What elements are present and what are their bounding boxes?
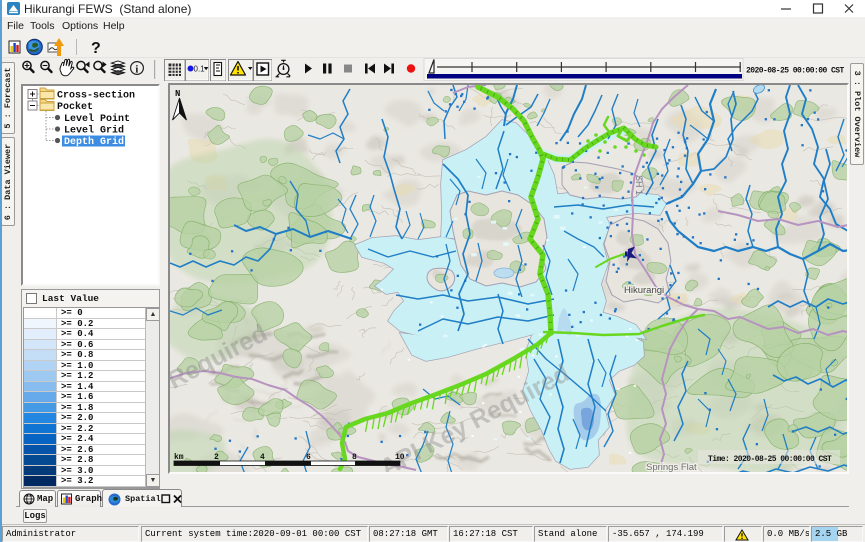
svg-text:Level Grid: Level Grid [64,125,124,137]
svg-text:Depth Grid: Depth Grid [64,136,124,148]
svg-text:N: N [175,89,180,99]
svg-text:Level Point: Level Point [64,113,130,125]
svg-text:Pocket: Pocket [57,101,93,113]
svg-text:?: ? [91,40,101,57]
svg-text:i: i [135,65,138,76]
svg-text:Hikurangi: Hikurangi [624,285,664,296]
svg-text:Cross-section: Cross-section [57,90,135,102]
svg-text:SH 1: SH 1 [634,175,644,195]
svg-text:2020-08-25 00:00:00 CST: 2020-08-25 00:00:00 CST [746,67,845,76]
svg-text:Time: 2020-08-25 00:00:00 CST: Time: 2020-08-25 00:00:00 CST [708,455,832,464]
svg-text:Springs Flat: Springs Flat [646,462,697,472]
svg-text:0.1: 0.1 [194,65,206,74]
